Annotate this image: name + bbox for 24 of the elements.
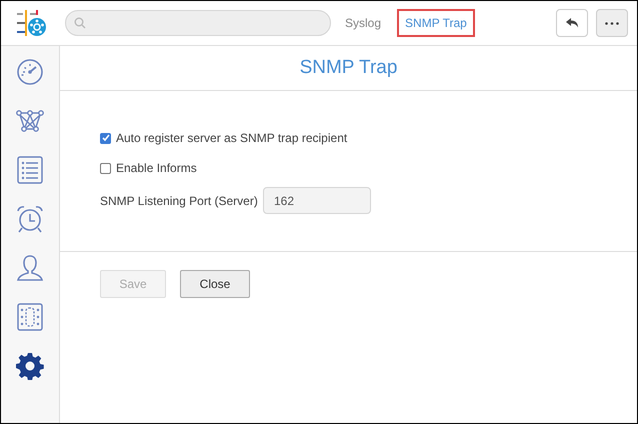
settings-icon[interactable] [16, 352, 44, 380]
port-label: SNMP Listening Port (Server) [100, 192, 259, 210]
alarm-clock-icon[interactable] [16, 205, 44, 233]
more-button[interactable] [596, 9, 628, 37]
nav-tab[interactable]: Syslog [341, 9, 386, 37]
page-title: SNMP Trap [300, 56, 398, 80]
list-icon[interactable] [16, 156, 44, 184]
back-button[interactable] [556, 9, 588, 37]
checkbox[interactable] [100, 132, 111, 144]
network-icon[interactable] [16, 107, 44, 135]
user-icon[interactable] [16, 254, 44, 282]
grid-panel-icon[interactable] [16, 303, 44, 331]
checkbox-label: Enable Informs [116, 160, 197, 177]
undo-arrow-icon [566, 18, 578, 28]
search-icon [74, 17, 86, 29]
speedometer-icon[interactable] [16, 58, 44, 86]
more-icon [605, 22, 619, 24]
search-field[interactable] [65, 10, 331, 36]
checkbox-label: Auto register server as SNMP trap recipient [116, 130, 348, 147]
app-logo-icon [16, 9, 46, 37]
port-field[interactable]: 162 [263, 187, 371, 214]
checkbox[interactable] [100, 162, 111, 174]
action-button[interactable]: Close [180, 270, 250, 298]
nav-tab[interactable]: SNMP Trap [397, 9, 475, 37]
